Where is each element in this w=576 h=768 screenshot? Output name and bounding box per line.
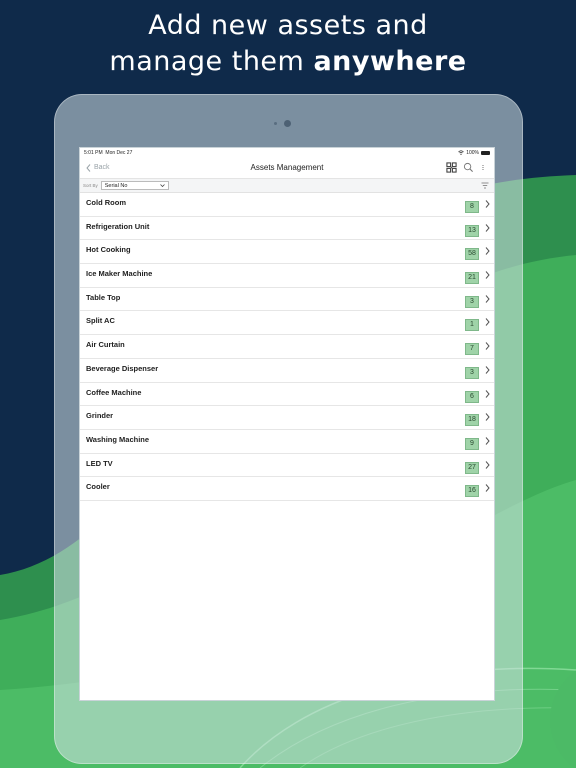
tablet-camera xyxy=(284,120,291,127)
asset-row[interactable]: Beverage Dispenser 3 xyxy=(80,359,494,383)
chevron-right-icon xyxy=(485,223,490,232)
filter-icon[interactable] xyxy=(481,182,489,189)
chevron-right-icon xyxy=(485,460,490,469)
asset-count-badge: 9 xyxy=(465,437,479,450)
status-bar: 5:01 PM Mon Dec 27 100% xyxy=(80,148,494,157)
asset-row[interactable]: Air Curtain 7 xyxy=(80,335,494,359)
qr-scan-icon[interactable] xyxy=(446,162,457,173)
asset-row[interactable]: Coffee Machine 6 xyxy=(80,383,494,407)
asset-name: Grinder xyxy=(86,411,114,421)
more-vertical-icon[interactable] xyxy=(480,162,486,173)
sort-label: Sort By xyxy=(83,183,98,188)
asset-list: Cold Room 8 Refrigeration Unit 13 Hot Cookin… xyxy=(80,193,494,501)
asset-row[interactable]: Refrigeration Unit 13 xyxy=(80,217,494,241)
headline: Add new assets and manage them anywhere xyxy=(0,8,576,80)
asset-row[interactable]: Ice Maker Machine 21 xyxy=(80,264,494,288)
asset-count-badge: 6 xyxy=(465,390,479,403)
back-button[interactable]: Back xyxy=(80,163,110,172)
headline-line-2-bold: anywhere xyxy=(313,46,467,77)
back-label: Back xyxy=(94,164,110,171)
asset-name: Hot Cooking xyxy=(86,245,131,255)
nav-bar: Back Assets Management xyxy=(80,157,494,179)
asset-name: Air Curtain xyxy=(86,340,125,350)
asset-count-badge: 58 xyxy=(465,248,479,261)
asset-count-badge: 27 xyxy=(465,461,479,474)
asset-count-badge: 18 xyxy=(465,414,479,427)
search-icon[interactable] xyxy=(463,162,474,173)
sort-selected-value: Serial No xyxy=(104,182,128,189)
chevron-right-icon xyxy=(485,365,490,374)
chevron-right-icon xyxy=(485,413,490,422)
asset-name: Washing Machine xyxy=(86,434,150,444)
asset-count-badge: 1 xyxy=(465,319,479,332)
sort-bar: Sort By Serial No xyxy=(80,179,494,193)
asset-count-badge: 13 xyxy=(465,224,479,237)
status-right: 100% xyxy=(458,150,490,156)
chevron-right-icon xyxy=(485,271,490,279)
asset-name: Split AC xyxy=(86,316,115,326)
chevron-right-icon xyxy=(485,437,490,445)
asset-name: Cold Room xyxy=(86,198,126,207)
asset-count-badge: 8 xyxy=(465,201,479,213)
asset-name: Table Top xyxy=(86,292,121,302)
asset-row[interactable]: Hot Cooking 58 xyxy=(80,240,494,265)
asset-count-badge: 3 xyxy=(465,295,479,308)
chevron-right-icon xyxy=(485,389,490,398)
chevron-right-icon xyxy=(485,318,490,327)
sort-select[interactable]: Serial No xyxy=(100,181,169,190)
asset-name: Beverage Dispenser xyxy=(86,363,159,373)
asset-name: Ice Maker Machine xyxy=(86,269,153,279)
asset-row[interactable]: Table Top 3 xyxy=(80,288,494,312)
headline-line-2: manage them anywhere xyxy=(0,44,576,80)
tablet-sensor xyxy=(274,122,277,125)
asset-row[interactable]: Washing Machine 9 xyxy=(80,430,494,454)
asset-name: Coffee Machine xyxy=(86,387,142,397)
asset-name: Refrigeration Unit xyxy=(86,221,150,231)
chevron-right-icon xyxy=(485,484,490,493)
status-time: 5:01 PM xyxy=(84,149,103,156)
chevron-right-icon xyxy=(485,294,490,303)
status-date: Mon Dec 27 xyxy=(105,149,133,156)
app-screen: 5:01 PM Mon Dec 27 100% Back Assets Mana… xyxy=(79,147,495,701)
page-title: Assets Management xyxy=(250,163,324,172)
chevron-left-icon xyxy=(86,163,91,172)
headline-line-1: Add new assets and xyxy=(148,10,428,41)
asset-name: Cooler xyxy=(86,482,110,492)
asset-row[interactable]: Cooler 16 xyxy=(80,477,494,501)
wifi-icon xyxy=(458,150,464,155)
status-left: 5:01 PM Mon Dec 27 xyxy=(84,150,132,156)
asset-count-badge: 3 xyxy=(465,366,479,379)
chevron-right-icon xyxy=(485,247,490,256)
asset-row[interactable]: LED TV 27 xyxy=(80,454,494,478)
asset-row[interactable]: Split AC 1 xyxy=(80,311,494,336)
asset-row[interactable]: Cold Room 8 xyxy=(80,193,494,217)
asset-count-badge: 16 xyxy=(465,485,479,498)
chevron-down-icon xyxy=(159,184,165,187)
asset-name: LED TV xyxy=(86,458,113,468)
nav-actions xyxy=(446,162,486,173)
chevron-right-icon xyxy=(485,342,490,350)
headline-line-2-regular: manage them xyxy=(109,46,305,77)
battery-icon xyxy=(481,150,490,155)
asset-count-badge: 21 xyxy=(465,272,479,285)
chevron-right-icon xyxy=(485,200,490,208)
asset-row[interactable]: Grinder 18 xyxy=(80,406,494,430)
asset-count-badge: 7 xyxy=(465,343,479,356)
battery-percent: 100% xyxy=(466,149,479,156)
